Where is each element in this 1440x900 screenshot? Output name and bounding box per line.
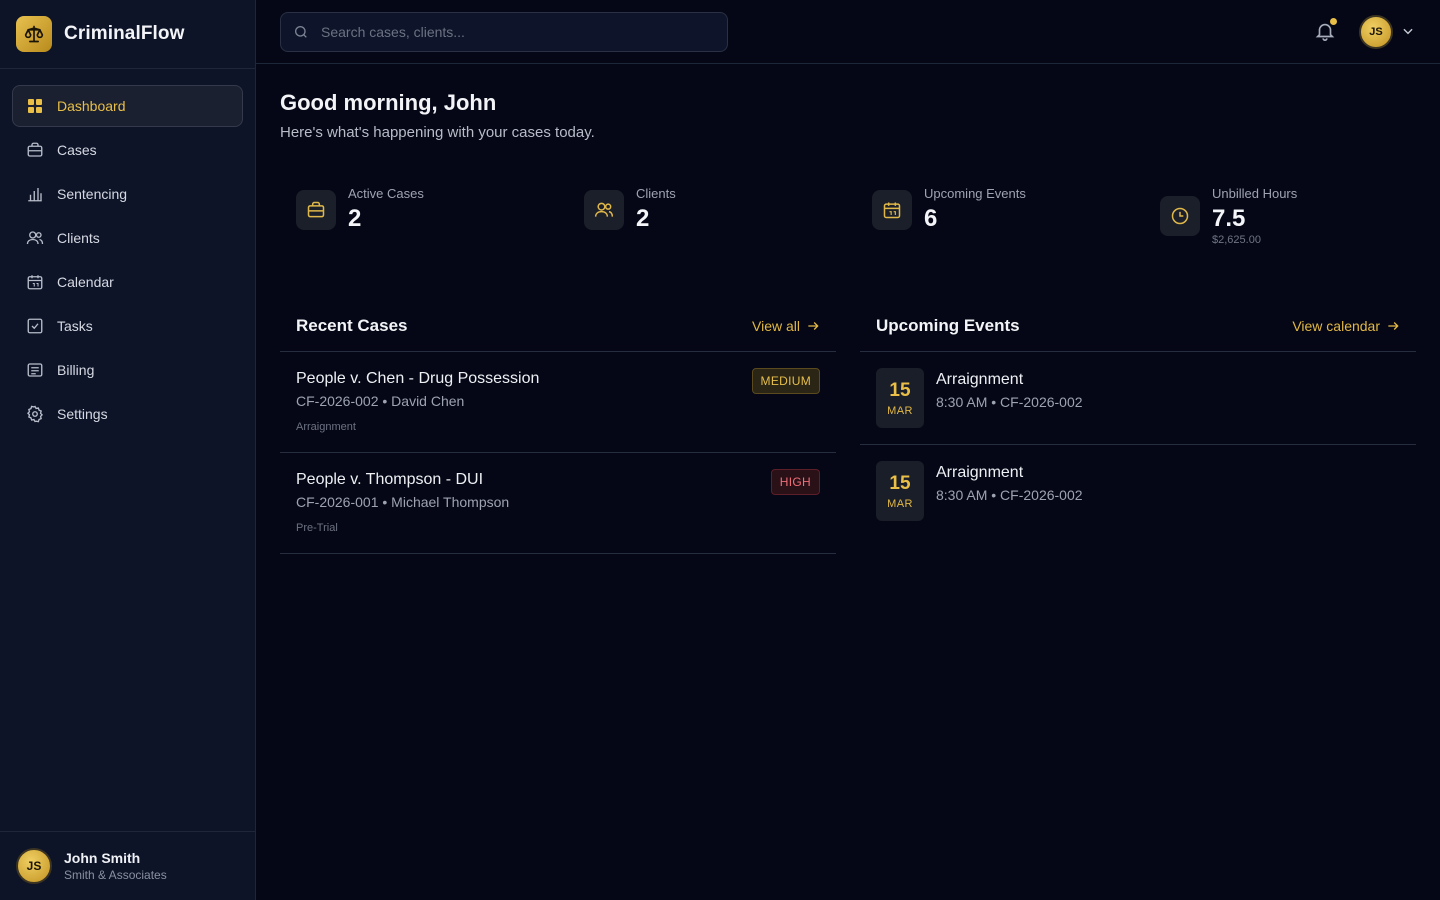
calendar-icon [872, 190, 912, 230]
stat-label: Active Cases [348, 186, 424, 201]
briefcase-icon [26, 141, 44, 159]
user-menu-avatar[interactable]: JS [1359, 15, 1393, 49]
stat-active-cases[interactable]: Active Cases 2 [296, 186, 424, 233]
case-stage: Arraignment [296, 421, 356, 433]
stat-label: Clients [636, 186, 676, 201]
stat-unbilled-hours[interactable]: Unbilled Hours 7.5 $2,625.00 [1160, 186, 1297, 246]
clock-icon [1160, 196, 1200, 236]
stats-row: Active Cases 2 Clients 2 Upcoming Events… [296, 186, 1424, 266]
sidebar-item-label: Clients [57, 230, 100, 246]
panel-header: Upcoming Events View calendar [860, 300, 1416, 352]
topbar: JS [256, 0, 1440, 64]
sidebar-item-dashboard[interactable]: Dashboard [12, 85, 243, 127]
case-stage: Pre-Trial [296, 522, 338, 534]
sidebar-item-sentencing[interactable]: Sentencing [12, 173, 243, 215]
event-row[interactable]: 15 MAR Arraignment 8:30 AM • CF-2026-002 [860, 445, 1416, 538]
search-input[interactable] [321, 24, 711, 40]
case-meta: CF-2026-001 • Michael Thompson [296, 494, 510, 510]
stat-sub-value: $2,625.00 [1212, 234, 1261, 246]
page-subtitle: Here's what's happening with your cases … [280, 124, 595, 141]
view-calendar-link[interactable]: View calendar [1292, 318, 1400, 334]
brand-name: CriminalFlow [64, 23, 185, 44]
page-title: Good morning, John [280, 90, 497, 115]
event-title: Arraignment [936, 464, 1024, 481]
main-content: Good morning, John Here's what's happeni… [256, 64, 1440, 900]
event-month: MAR [887, 404, 913, 417]
link-label: View calendar [1292, 317, 1380, 334]
scales-icon [16, 16, 52, 52]
event-meta: 8:30 AM • CF-2026-002 [936, 394, 1083, 410]
date-box: 15 MAR [876, 368, 924, 428]
sidebar-item-billing[interactable]: Billing [12, 349, 243, 391]
sidebar-item-label: Calendar [57, 274, 114, 290]
bar-chart-icon [26, 185, 44, 203]
priority-badge: MEDIUM [751, 368, 820, 394]
case-row[interactable]: People v. Chen - Drug Possession CF-2026… [280, 352, 836, 453]
receipt-icon [26, 361, 44, 379]
sidebar-item-label: Billing [57, 362, 95, 378]
avatar: JS [16, 848, 52, 884]
case-title: People v. Chen - Drug Possession [296, 370, 540, 387]
sidebar-item-clients[interactable]: Clients [12, 217, 243, 259]
upcoming-events-panel: Upcoming Events View calendar 15 MAR Arr… [860, 300, 1416, 538]
sidebar-item-label: Sentencing [57, 186, 128, 202]
event-day: 15 [889, 379, 911, 401]
stat-value: 2 [636, 205, 650, 232]
event-title: Arraignment [936, 371, 1024, 388]
sidebar-item-settings[interactable]: Settings [12, 393, 243, 435]
sidebar-item-tasks[interactable]: Tasks [12, 305, 243, 347]
arrow-right-icon [806, 319, 820, 333]
search-icon [293, 24, 309, 40]
view-all-link[interactable]: View all [752, 318, 820, 334]
case-meta: CF-2026-002 • David Chen [296, 393, 465, 409]
chevron-down-icon[interactable] [1401, 24, 1415, 38]
priority-badge: HIGH [770, 469, 820, 495]
sidebar-item-calendar[interactable]: Calendar [12, 261, 243, 303]
notifications-button[interactable] [1314, 18, 1338, 44]
stat-label: Unbilled Hours [1212, 186, 1298, 201]
users-icon [584, 190, 624, 230]
search-box[interactable] [280, 12, 728, 52]
event-month: MAR [887, 497, 913, 510]
event-row[interactable]: 15 MAR Arraignment 8:30 AM • CF-2026-002 [860, 352, 1416, 445]
sidebar-item-label: Cases [57, 142, 97, 158]
notification-dot [1330, 18, 1337, 25]
calendar-icon [26, 273, 44, 291]
briefcase-icon [296, 190, 336, 230]
sidebar-item-label: Tasks [57, 318, 93, 334]
date-box: 15 MAR [876, 461, 924, 521]
arrow-right-icon [1386, 319, 1400, 333]
link-label: View all [752, 317, 800, 334]
stat-value: 7.5 [1212, 205, 1246, 232]
checkbox-icon [26, 317, 44, 335]
stat-value: 2 [348, 205, 362, 232]
recent-cases-panel: Recent Cases View all People v. Chen - D… [280, 300, 836, 554]
sidebar-item-label: Settings [57, 406, 108, 422]
stat-label: Upcoming Events [924, 186, 1026, 201]
panel-title: Upcoming Events [876, 315, 1020, 335]
user-firm: Smith & Associates [64, 868, 167, 882]
case-row[interactable]: People v. Thompson - DUI CF-2026-001 • M… [280, 453, 836, 554]
sidebar-item-cases[interactable]: Cases [12, 129, 243, 171]
grid-icon [26, 97, 44, 115]
panel-title: Recent Cases [296, 315, 408, 335]
case-title: People v. Thompson - DUI [296, 471, 484, 488]
event-day: 15 [889, 472, 911, 494]
stat-clients[interactable]: Clients 2 [584, 186, 676, 233]
sidebar: CriminalFlow Dashboard Cases Sentencing … [0, 0, 256, 900]
users-icon [26, 229, 44, 247]
stat-value: 6 [924, 205, 938, 232]
sidebar-user[interactable]: JS John Smith Smith & Associates [0, 831, 255, 900]
stat-upcoming-events[interactable]: Upcoming Events 6 [872, 186, 1026, 233]
brand[interactable]: CriminalFlow [0, 0, 255, 69]
event-meta: 8:30 AM • CF-2026-002 [936, 487, 1083, 503]
gear-icon [26, 405, 44, 423]
sidebar-nav: Dashboard Cases Sentencing Clients Calen… [0, 69, 255, 435]
sidebar-item-label: Dashboard [57, 98, 126, 114]
user-name: John Smith [64, 850, 141, 866]
panel-header: Recent Cases View all [280, 300, 836, 352]
